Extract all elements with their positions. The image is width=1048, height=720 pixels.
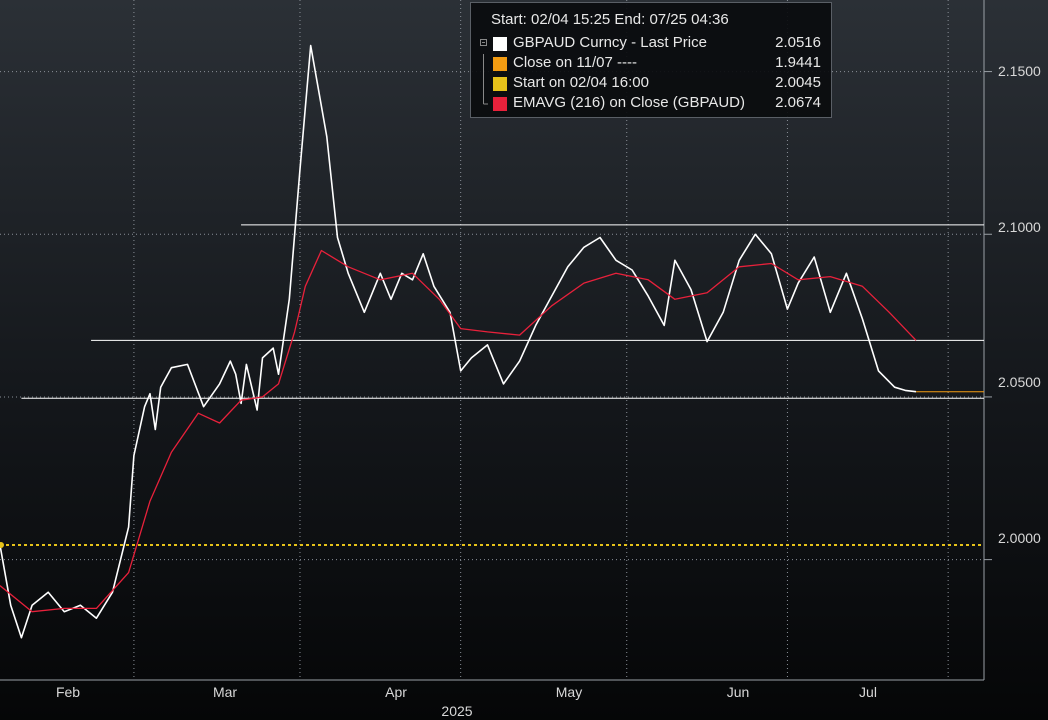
y-tick-label: 2.1000 xyxy=(998,219,1041,235)
legend-label: Close on 11/07 ---- xyxy=(513,54,637,71)
price-series-line xyxy=(0,44,917,639)
legend-label: EMAVG (216) on Close (GBPAUD) xyxy=(513,94,746,111)
legend-value: 2.0045 xyxy=(775,74,821,91)
legend-swatch xyxy=(493,97,507,111)
x-tick-label: Apr xyxy=(385,684,407,700)
chart-root: Start: 02/04 15:25 End: 07/25 04:36 GBPA… xyxy=(0,0,1048,720)
x-year-label: 2025 xyxy=(441,703,473,719)
legend-value: 2.0674 xyxy=(775,94,821,111)
legend-entry-close: Close on 11/07 ---- 1.9441 xyxy=(479,54,825,74)
legend-label: Start on 02/04 16:00 xyxy=(513,74,649,91)
tree-connector-icon xyxy=(483,74,484,94)
legend-value: 1.9441 xyxy=(775,54,821,71)
start-marker-dot xyxy=(0,541,4,548)
legend-entry-ema: EMAVG (216) on Close (GBPAUD) 2.0674 xyxy=(479,94,825,114)
x-tick-label: Jun xyxy=(726,684,750,700)
legend-swatch xyxy=(493,77,507,91)
tree-connector-icon xyxy=(483,94,488,105)
x-tick-label: May xyxy=(555,684,583,700)
x-tick-label: Feb xyxy=(55,684,81,700)
legend-entry-start: Start on 02/04 16:00 2.0045 xyxy=(479,74,825,94)
legend-swatch xyxy=(493,37,507,51)
y-tick-label: 2.0500 xyxy=(998,374,1041,390)
legend-value: 2.0516 xyxy=(775,34,821,51)
legend-header: Start: 02/04 15:25 End: 07/25 04:36 xyxy=(491,11,729,28)
y-tick-label: 2.1500 xyxy=(998,63,1041,79)
legend-label: GBPAUD Curncy - Last Price xyxy=(513,34,707,51)
tree-connector-icon xyxy=(480,39,487,46)
ema-series-line xyxy=(0,249,917,613)
tree-connector-icon xyxy=(483,54,484,74)
y-tick-label: 2.0000 xyxy=(998,530,1041,546)
x-tick-label: Jul xyxy=(859,684,877,700)
legend-box: Start: 02/04 15:25 End: 07/25 04:36 GBPA… xyxy=(470,2,832,118)
legend-swatch xyxy=(493,57,507,71)
legend-entry-last-price: GBPAUD Curncy - Last Price 2.0516 xyxy=(479,34,825,54)
x-tick-label: Mar xyxy=(212,684,238,700)
